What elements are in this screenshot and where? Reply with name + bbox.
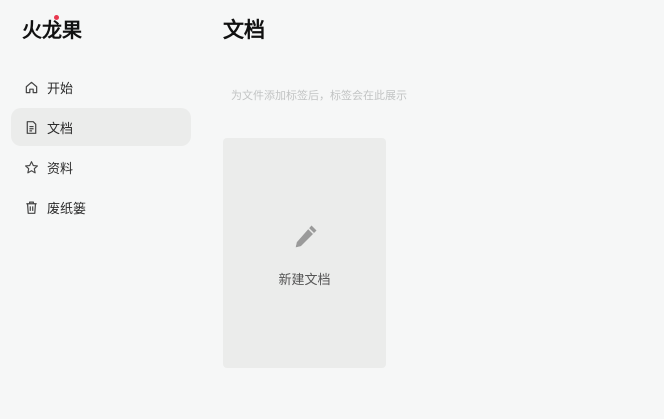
- sidebar-item-trash[interactable]: 废纸篓: [11, 188, 191, 226]
- star-icon: [23, 159, 39, 175]
- new-document-button[interactable]: 新建文档: [223, 138, 386, 368]
- logo-text: 火龙果: [22, 17, 82, 42]
- sidebar: 火龙果 开始 文档 资料 废纸篓: [0, 0, 200, 419]
- document-icon: [23, 119, 39, 135]
- sidebar-item-materials[interactable]: 资料: [11, 148, 191, 186]
- logo-accent-dot: [54, 15, 59, 20]
- sidebar-item-start[interactable]: 开始: [11, 68, 191, 106]
- sidebar-item-label: 开始: [47, 81, 74, 97]
- sidebar-item-label: 资料: [47, 161, 74, 177]
- trash-icon: [23, 199, 39, 215]
- sidebar-nav: 开始 文档 资料 废纸篓: [11, 68, 191, 228]
- sidebar-item-documents[interactable]: 文档: [11, 108, 191, 146]
- new-document-label: 新建文档: [278, 273, 331, 288]
- main-content: 文档 为文件添加标签后，标签会在此展示 新建文档: [223, 0, 653, 419]
- app-logo[interactable]: 火龙果: [22, 14, 82, 42]
- sidebar-item-label: 文档: [47, 121, 74, 137]
- sidebar-item-label: 废纸篓: [47, 201, 87, 217]
- page-title: 文档: [223, 18, 265, 42]
- home-icon: [23, 79, 39, 95]
- tag-hint-text: 为文件添加标签后，标签会在此展示: [231, 89, 407, 102]
- pencil-icon: [289, 222, 321, 254]
